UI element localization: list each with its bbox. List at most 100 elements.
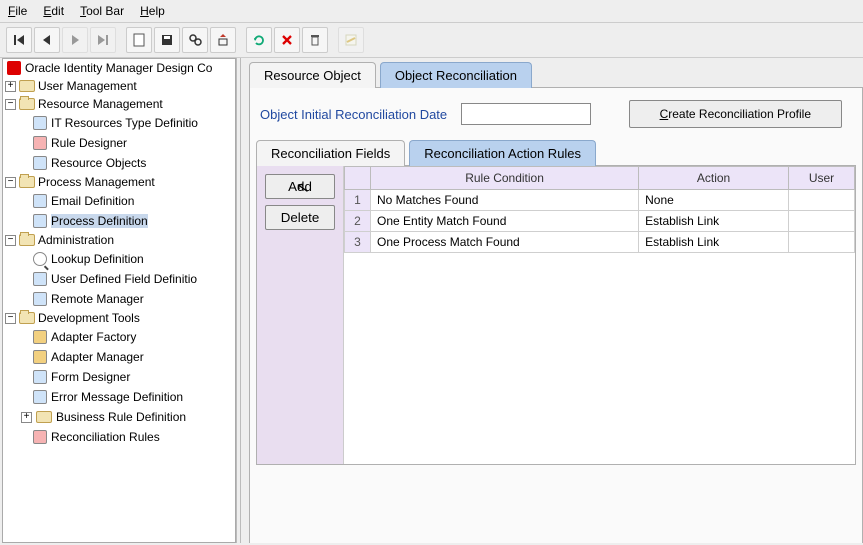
last-record-button[interactable] (90, 27, 116, 53)
export-button[interactable] (210, 27, 236, 53)
recon-date-input[interactable] (461, 103, 591, 125)
add-button[interactable]: Add (265, 174, 335, 199)
tab-recon-action-rules[interactable]: Reconciliation Action Rules (409, 140, 596, 166)
leaf-remote-manager[interactable]: Remote Manager (5, 289, 235, 309)
form-icon (33, 370, 47, 384)
folder-administration[interactable]: − Administration (5, 231, 235, 249)
notes-button[interactable] (338, 27, 364, 53)
expander-icon[interactable]: − (5, 99, 16, 110)
menu-bar: File Edit Tool Bar Help (0, 0, 863, 23)
folder-label: Process Management (38, 175, 155, 189)
rule-icon (33, 430, 47, 444)
recon-date-label: Object Initial Reconciliation Date (260, 107, 447, 122)
expander-icon[interactable]: − (5, 313, 16, 324)
leaf-rule-designer[interactable]: Rule Designer (5, 133, 235, 153)
toolbar (0, 23, 863, 58)
gear-icon (33, 330, 47, 344)
expander-icon[interactable]: + (21, 412, 32, 423)
cell-user[interactable] (788, 211, 854, 232)
app-icon (7, 61, 21, 75)
remote-icon (33, 292, 47, 306)
navigation-tree: Oracle Identity Manager Design Co + User… (2, 58, 236, 543)
form-icon (33, 272, 47, 286)
leaf-form-designer[interactable]: Form Designer (5, 367, 235, 387)
resource-icon (33, 116, 47, 130)
tree-root-label: Oracle Identity Manager Design Co (25, 61, 212, 75)
col-rownum (345, 167, 371, 190)
menu-help[interactable]: Help (140, 4, 165, 18)
find-button[interactable] (182, 27, 208, 53)
save-button[interactable] (154, 27, 180, 53)
cancel-button[interactable] (274, 27, 300, 53)
expander-icon[interactable]: − (5, 177, 16, 188)
cell-rownum: 3 (345, 232, 371, 253)
leaf-process-definition[interactable]: Process Definition (5, 211, 235, 231)
leaf-lookup-definition[interactable]: Lookup Definition (5, 249, 235, 269)
expander-icon[interactable]: − (5, 235, 16, 246)
tab-object-reconciliation[interactable]: Object Reconciliation (380, 62, 532, 88)
folder-resource-management[interactable]: − Resource Management (5, 95, 235, 113)
leaf-label: Form Designer (51, 370, 130, 384)
table-row[interactable]: 2One Entity Match FoundEstablish Link (345, 211, 855, 232)
folder-business-rule-def[interactable]: + Business Rule Definition (5, 407, 235, 427)
cell-rule[interactable]: One Process Match Found (371, 232, 639, 253)
leaf-label: Resource Objects (51, 156, 146, 170)
refresh-button[interactable] (246, 27, 272, 53)
folder-icon (36, 411, 52, 423)
create-recon-profile-button[interactable]: Create Reconciliation Profile (629, 100, 842, 128)
folder-label: Administration (38, 233, 114, 247)
cell-user[interactable] (788, 190, 854, 211)
leaf-it-resources-type[interactable]: IT Resources Type Definitio (5, 113, 235, 133)
expander-icon[interactable]: + (5, 81, 16, 92)
first-record-button[interactable] (6, 27, 32, 53)
leaf-label: IT Resources Type Definitio (51, 116, 198, 130)
folder-open-icon (19, 234, 35, 246)
leaf-adapter-manager[interactable]: Adapter Manager (5, 347, 235, 367)
cell-rownum: 2 (345, 211, 371, 232)
folder-process-management[interactable]: − Process Management (5, 173, 235, 191)
cell-user[interactable] (788, 232, 854, 253)
tree-root[interactable]: Oracle Identity Manager Design Co (3, 59, 235, 77)
menu-file[interactable]: File (8, 4, 27, 18)
process-icon (33, 214, 47, 228)
tab-resource-object[interactable]: Resource Object (249, 62, 376, 88)
leaf-label: User Defined Field Definitio (51, 272, 197, 286)
folder-label: User Management (38, 79, 137, 93)
table-row[interactable]: 1No Matches FoundNone (345, 190, 855, 211)
top-tabs: Resource Object Object Reconciliation (249, 62, 863, 88)
leaf-resource-objects[interactable]: Resource Objects (5, 153, 235, 173)
error-icon (33, 390, 47, 404)
delete-button[interactable] (302, 27, 328, 53)
leaf-user-defined-field[interactable]: User Defined Field Definitio (5, 269, 235, 289)
lookup-icon (33, 252, 47, 266)
leaf-label: Rule Designer (51, 136, 127, 150)
prev-record-button[interactable] (34, 27, 60, 53)
leaf-adapter-factory[interactable]: Adapter Factory (5, 327, 235, 347)
tab-recon-fields[interactable]: Reconciliation Fields (256, 140, 405, 166)
cell-action[interactable]: None (639, 190, 789, 211)
leaf-label: Remote Manager (51, 292, 144, 306)
folder-icon (19, 80, 35, 92)
leaf-error-message-def[interactable]: Error Message Definition (5, 387, 235, 407)
menu-toolbar[interactable]: Tool Bar (80, 4, 124, 18)
folder-label: Business Rule Definition (56, 410, 186, 424)
folder-user-management[interactable]: + User Management (5, 77, 235, 95)
next-record-button[interactable] (62, 27, 88, 53)
folder-development-tools[interactable]: − Development Tools (5, 309, 235, 327)
leaf-reconciliation-rules[interactable]: Reconciliation Rules (5, 427, 235, 447)
delete-rule-button[interactable]: Delete (265, 205, 335, 230)
col-action: Action (639, 167, 789, 190)
cell-rule[interactable]: No Matches Found (371, 190, 639, 211)
menu-edit[interactable]: Edit (43, 4, 64, 18)
cell-rule[interactable]: One Entity Match Found (371, 211, 639, 232)
cell-action[interactable]: Establish Link (639, 232, 789, 253)
col-user: User (788, 167, 854, 190)
leaf-label: Email Definition (51, 194, 134, 208)
leaf-email-definition[interactable]: Email Definition (5, 191, 235, 211)
rule-icon (33, 136, 47, 150)
sub-tabs: Reconciliation Fields Reconciliation Act… (256, 140, 862, 166)
new-button[interactable] (126, 27, 152, 53)
table-row[interactable]: 3One Process Match FoundEstablish Link (345, 232, 855, 253)
cell-action[interactable]: Establish Link (639, 211, 789, 232)
resource-icon (33, 156, 47, 170)
